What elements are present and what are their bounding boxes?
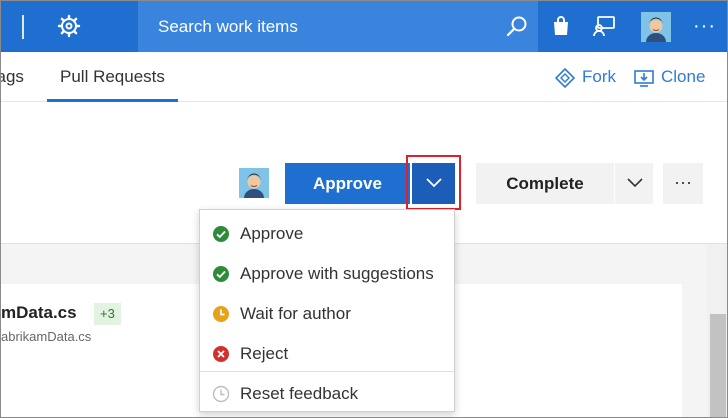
reviewer-avatar [239,168,269,198]
active-tab-indicator [47,99,178,102]
clone-icon [634,70,654,87]
highlight-box [406,155,461,210]
fork-label: Fork [582,67,616,86]
tab-pull-requests[interactable]: Pull Requests [60,67,165,87]
complete-button[interactable]: Complete [476,163,614,204]
file-name[interactable]: mData.cs [1,303,77,323]
clone-label: Clone [661,67,706,86]
top-bar: Search work items ··· [1,1,727,52]
x-circle-red-icon [213,346,229,362]
menu-item-wait-for-author[interactable]: Wait for author [200,293,454,333]
menu-item-approve-with-suggestions[interactable]: Approve with suggestions [200,253,454,293]
menu-item-approve[interactable]: Approve [200,213,454,253]
menu-item-reset-feedback[interactable]: Reset feedback [200,373,454,413]
menu-item-label: Wait for author [240,304,351,323]
clone-button[interactable]: Clone [633,66,723,90]
repo-nav: Tags Pull Requests Fork Clone [1,52,727,102]
file-path: abrikamData.cs [1,329,92,344]
more-icon[interactable]: ··· [693,15,717,37]
menu-item-label: Reject [240,344,289,363]
more-actions-button[interactable]: ··· [663,163,703,204]
tab-tags[interactable]: Tags [1,67,24,87]
clock-orange-icon [213,306,229,322]
check-circle-green-icon [213,266,229,282]
user-avatar[interactable] [641,12,671,42]
fork-button[interactable]: Fork [554,66,624,90]
complete-dropdown-button[interactable] [615,163,653,204]
feedback-icon[interactable] [593,15,617,37]
approve-button[interactable]: Approve [285,163,410,204]
menu-item-reject[interactable]: Reject [200,333,454,373]
change-count-badge: +3 [94,303,121,325]
vote-menu: Approve Approve with suggestions Wait fo… [199,209,455,412]
search-icon[interactable] [506,15,528,37]
header-separator [22,15,24,39]
settings-icon[interactable] [57,14,81,38]
chevron-down-icon [627,178,643,188]
check-circle-green-icon [213,226,229,242]
clock-gray-icon [212,385,230,403]
search-box[interactable]: Search work items [138,1,538,52]
fork-icon [554,67,576,89]
menu-item-label: Approve with suggestions [240,264,434,283]
menu-item-label: Approve [240,224,304,243]
marketplace-bag-icon[interactable] [550,15,572,37]
menu-item-label: Reset feedback [240,384,359,403]
menu-divider [200,371,454,372]
scrollbar-thumb[interactable] [710,314,726,417]
app-window: Search work items ··· Tags Pull Requests [0,0,728,418]
search-input[interactable]: Search work items [158,17,298,37]
